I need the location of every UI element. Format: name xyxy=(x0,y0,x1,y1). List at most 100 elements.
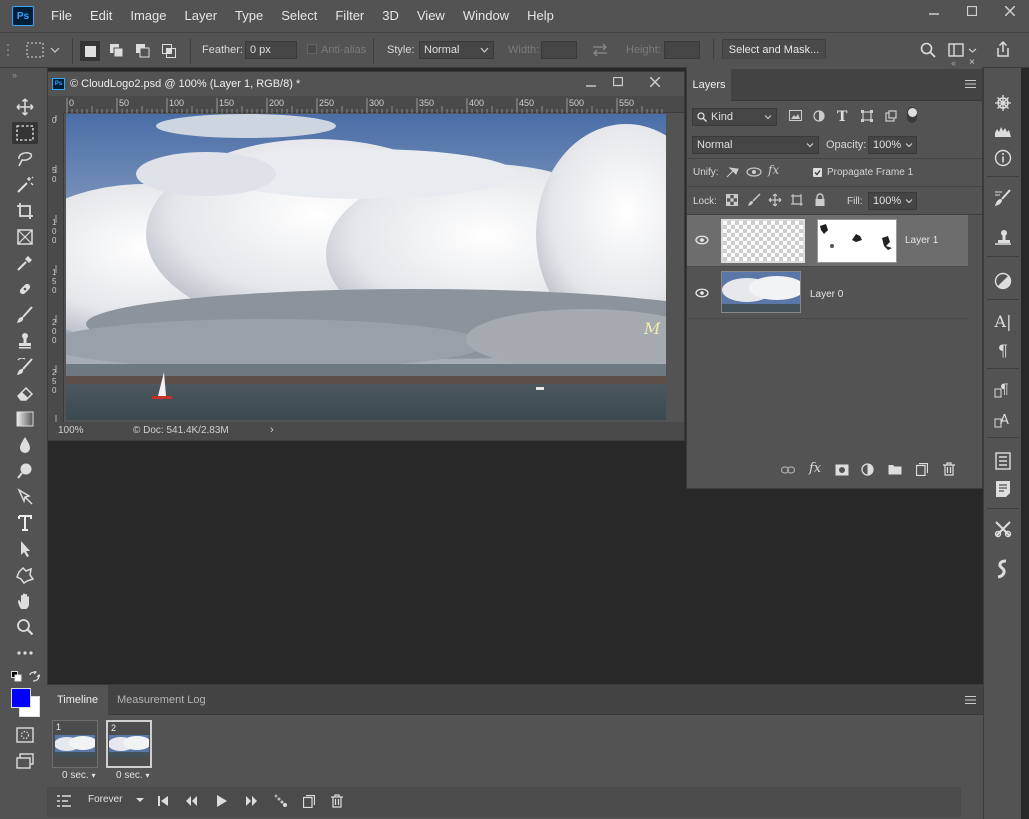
layer-filter-select[interactable]: Kind xyxy=(692,108,777,126)
adjustments-icon[interactable] xyxy=(992,270,1014,292)
healing-brush-tool-icon[interactable] xyxy=(12,278,38,300)
layer-name[interactable]: Layer 0 xyxy=(810,289,843,300)
pen-tool-icon[interactable] xyxy=(12,486,38,508)
delete-layer-icon[interactable] xyxy=(943,462,955,476)
menu-help[interactable]: Help xyxy=(518,0,563,32)
eraser-tool-icon[interactable] xyxy=(12,382,38,404)
dodge-tool-icon[interactable] xyxy=(12,460,38,482)
visibility-eye-icon[interactable] xyxy=(695,288,709,298)
layer-thumbnail-photo[interactable] xyxy=(721,271,801,313)
vertical-ruler[interactable]: 0 50 100 150 200 250 xyxy=(48,113,64,423)
width-input[interactable] xyxy=(541,41,577,59)
layer-row-layer-1[interactable]: Layer 1 xyxy=(687,215,968,267)
previous-frame-icon[interactable] xyxy=(186,796,197,806)
blur-tool-icon[interactable] xyxy=(12,434,38,456)
paragraph-icon[interactable]: ¶ xyxy=(992,339,1014,361)
document-tab[interactable]: Ps © CloudLogo2.psd @ 100% (Layer 1, RGB… xyxy=(48,72,684,96)
screen-mode-icon[interactable] xyxy=(12,750,38,772)
collapse-toolbar-icon[interactable]: » xyxy=(12,70,17,80)
visibility-eye-icon[interactable] xyxy=(695,235,709,245)
character-icon[interactable]: A| xyxy=(992,310,1014,332)
type-tool-icon[interactable] xyxy=(12,512,38,534)
propagate-checkbox[interactable] xyxy=(813,168,822,177)
menu-filter[interactable]: Filter xyxy=(326,0,373,32)
default-colors-icon[interactable] xyxy=(11,671,22,682)
maximize-button[interactable] xyxy=(953,0,991,22)
lock-artboard-icon[interactable] xyxy=(790,193,804,207)
lock-position-icon[interactable] xyxy=(768,193,782,207)
tab-timeline[interactable]: Timeline xyxy=(47,685,109,715)
panel-menu-icon[interactable] xyxy=(965,80,976,88)
zoom-level[interactable]: 100% xyxy=(58,425,84,436)
rectangular-marquee-tool-icon[interactable] xyxy=(12,122,38,144)
add-style-icon[interactable]: fx xyxy=(809,461,821,476)
actions-icon[interactable] xyxy=(992,558,1014,580)
lock-image-icon[interactable] xyxy=(747,193,761,207)
doc-close-button[interactable] xyxy=(650,77,660,87)
custom-shape-tool-icon[interactable] xyxy=(12,564,38,586)
zoom-tool-icon[interactable] xyxy=(12,616,38,638)
animation-frame-2[interactable]: 2 xyxy=(106,720,152,768)
minimize-button[interactable] xyxy=(915,0,953,22)
unify-position-icon[interactable] xyxy=(725,165,741,179)
character-styles-icon[interactable]: A xyxy=(992,408,1014,430)
select-and-mask-button[interactable]: Select and Mask... xyxy=(722,39,826,61)
feather-input[interactable]: 0 px xyxy=(245,41,297,59)
collapse-panel-icon[interactable]: « xyxy=(951,58,956,68)
clone-stamp-tool-icon[interactable] xyxy=(12,330,38,352)
menu-view[interactable]: View xyxy=(408,0,454,32)
subtract-selection-button[interactable] xyxy=(133,41,153,61)
loop-options-select[interactable]: Forever xyxy=(88,794,145,805)
paragraph-styles-icon[interactable]: ¶ xyxy=(992,378,1014,400)
first-frame-icon[interactable] xyxy=(158,796,168,806)
next-frame-icon[interactable] xyxy=(246,796,257,806)
filter-smart-object-icon[interactable] xyxy=(885,110,897,122)
workspace-switcher[interactable] xyxy=(948,42,977,58)
menu-edit[interactable]: Edit xyxy=(81,0,121,32)
panel-close-icon[interactable]: × xyxy=(969,57,975,68)
blend-mode-select[interactable]: Normal xyxy=(692,136,819,154)
tab-layers[interactable]: Layers xyxy=(687,69,731,101)
gradient-tool-icon[interactable] xyxy=(12,408,38,430)
notes-icon[interactable] xyxy=(992,478,1014,500)
delete-frame-icon[interactable] xyxy=(331,794,343,808)
intersect-selection-button[interactable] xyxy=(159,41,179,61)
properties-icon[interactable] xyxy=(992,450,1014,472)
opacity-input[interactable]: 100% xyxy=(868,136,917,154)
new-layer-icon[interactable] xyxy=(916,463,928,476)
menu-layer[interactable]: Layer xyxy=(176,0,227,32)
play-icon[interactable] xyxy=(217,795,227,807)
lasso-tool-icon[interactable] xyxy=(12,148,38,170)
share-icon[interactable] xyxy=(994,40,1012,58)
menu-window[interactable]: Window xyxy=(454,0,518,32)
quick-mask-icon[interactable] xyxy=(12,724,38,746)
convert-timeline-icon[interactable] xyxy=(57,795,71,807)
layer-name[interactable]: Layer 1 xyxy=(905,235,938,246)
menu-image[interactable]: Image xyxy=(121,0,175,32)
horizontal-ruler[interactable]: 0 50 100 150 200 250 300 350 400 450 500 550 xyxy=(64,96,684,113)
path-selection-tool-icon[interactable] xyxy=(12,538,38,560)
crop-tool-icon[interactable] xyxy=(12,200,38,222)
lock-transparent-icon[interactable] xyxy=(726,194,738,206)
marquee-preset-picker[interactable] xyxy=(26,42,60,58)
adjustment-layer-icon[interactable] xyxy=(861,463,874,476)
new-group-icon[interactable] xyxy=(888,463,902,475)
link-layers-icon[interactable] xyxy=(781,465,795,475)
brush-tool-icon[interactable] xyxy=(12,304,38,326)
status-menu-arrow-icon[interactable]: › xyxy=(270,424,274,436)
menu-3d[interactable]: 3D xyxy=(373,0,408,32)
layer-thumbnail-transparent[interactable] xyxy=(721,219,805,263)
filter-adjustment-icon[interactable] xyxy=(813,110,825,122)
anti-alias-checkbox[interactable] xyxy=(307,44,317,54)
filter-shape-icon[interactable] xyxy=(861,110,873,122)
more-tools-icon[interactable] xyxy=(12,642,38,664)
magic-wand-tool-icon[interactable] xyxy=(12,174,38,196)
doc-minimize-button[interactable] xyxy=(586,77,596,89)
fill-input[interactable]: 100% xyxy=(868,192,917,210)
height-input[interactable] xyxy=(664,41,700,59)
foreground-color-swatch[interactable] xyxy=(11,688,31,708)
move-tool-icon[interactable] xyxy=(12,96,38,118)
tool-presets-icon[interactable] xyxy=(992,518,1014,540)
add-mask-icon[interactable] xyxy=(835,464,849,476)
histogram-icon[interactable] xyxy=(992,120,1014,142)
